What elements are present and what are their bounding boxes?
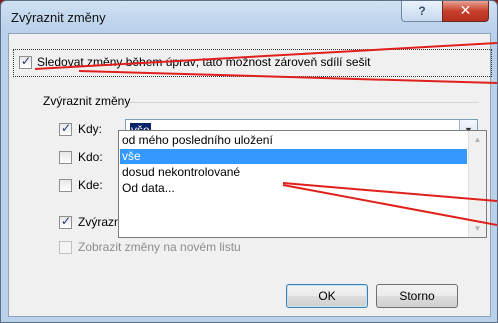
annotation-overlay	[34, 42, 497, 226]
dialog-window: Zvýraznit změny ? ✕ Sledovat změny během…	[0, 0, 498, 323]
annotation-line	[78, 70, 497, 84]
annotation-line	[34, 42, 497, 70]
